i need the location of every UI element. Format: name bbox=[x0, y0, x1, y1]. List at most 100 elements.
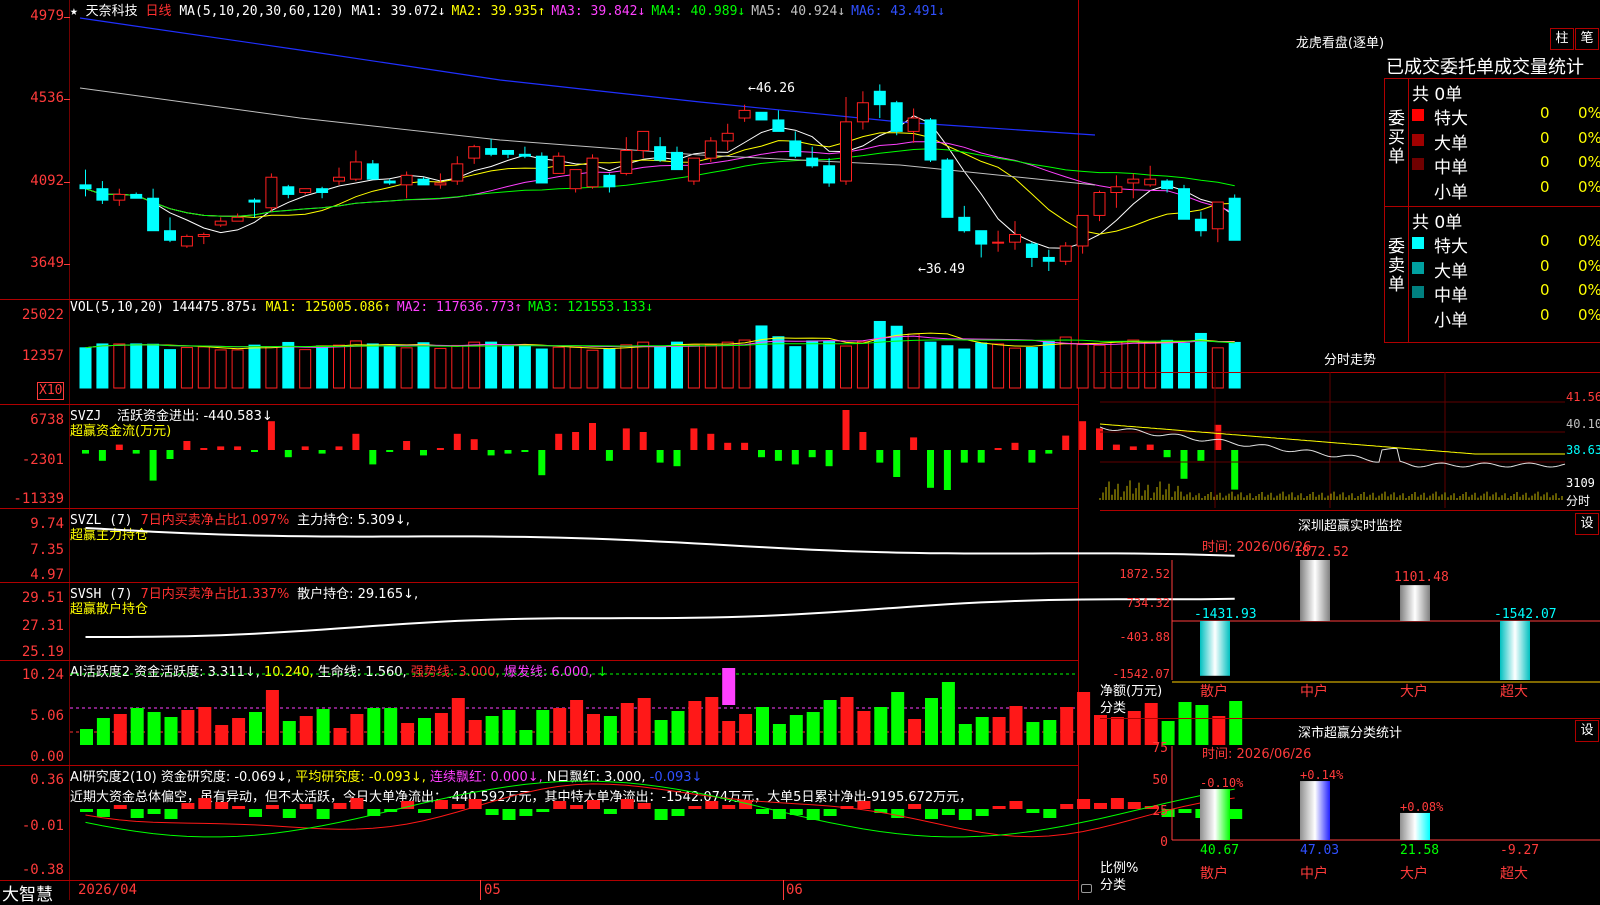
brand-logo[interactable]: 大智慧 bbox=[2, 880, 53, 905]
research-bar bbox=[485, 809, 499, 815]
ss-bar-大户[interactable] bbox=[1400, 812, 1430, 840]
flow-bar bbox=[453, 433, 461, 450]
research-bar bbox=[587, 800, 600, 809]
research-bar bbox=[941, 809, 955, 815]
sz-axis-label: -403.88 bbox=[1119, 630, 1170, 644]
lock-icon[interactable] bbox=[1081, 884, 1092, 893]
sz-bar-超大[interactable] bbox=[1500, 621, 1530, 680]
intraday-chart bbox=[1099, 372, 1566, 508]
order-type: 小单 bbox=[1434, 310, 1468, 331]
candle-body bbox=[180, 235, 193, 247]
flow-bar bbox=[183, 441, 191, 450]
order-count: 0 bbox=[1540, 232, 1550, 250]
volume-bar bbox=[789, 346, 802, 389]
flow-bar bbox=[876, 450, 884, 463]
sz-bar-value: -1542.07 bbox=[1494, 607, 1557, 622]
flow-bar bbox=[589, 423, 596, 450]
volume-bar bbox=[687, 344, 700, 389]
candle-body bbox=[654, 146, 667, 161]
activity-peak bbox=[722, 668, 736, 705]
flow-bar bbox=[200, 448, 208, 450]
flow-bar bbox=[217, 446, 225, 450]
activity-bar bbox=[756, 707, 769, 745]
activity-bar bbox=[215, 725, 229, 745]
ss-bar-散户[interactable] bbox=[1200, 789, 1230, 840]
candle-body bbox=[789, 140, 802, 157]
candle-body bbox=[1076, 214, 1089, 247]
candle-body bbox=[366, 163, 379, 180]
flow-bar bbox=[994, 448, 1002, 450]
volume-bar bbox=[282, 341, 295, 389]
order-type: 特大 bbox=[1434, 237, 1468, 257]
ss-bar-value: 40.67 bbox=[1200, 843, 1239, 858]
svsh-line bbox=[85, 597, 1235, 638]
intraday-avg-line bbox=[1099, 423, 1565, 455]
date-label-0: 2026/04 bbox=[78, 882, 138, 898]
activity-bar bbox=[113, 714, 127, 745]
activity-bar bbox=[502, 710, 516, 745]
sz-bar-value: 1101.48 bbox=[1394, 570, 1449, 585]
volume-chart bbox=[79, 320, 1241, 389]
ss-bar-中户[interactable] bbox=[1300, 781, 1330, 840]
candle-body bbox=[383, 180, 396, 184]
intraday-axis-2: 38.63 bbox=[1566, 443, 1600, 457]
flow-bar bbox=[555, 433, 563, 450]
flow-bar bbox=[622, 428, 630, 450]
activity-bar bbox=[722, 721, 736, 745]
flow-bar bbox=[521, 450, 529, 452]
volume-bar bbox=[79, 347, 92, 389]
order-percent: 0% bbox=[1578, 177, 1600, 196]
activity-bar bbox=[299, 716, 313, 745]
research-bar bbox=[620, 799, 634, 809]
activity-bar bbox=[80, 729, 93, 745]
flow-bar bbox=[487, 450, 495, 456]
svzl-line bbox=[85, 527, 1235, 557]
flow-bar bbox=[842, 410, 850, 450]
activity-bar bbox=[840, 697, 854, 745]
order-count: 0 bbox=[1540, 281, 1550, 299]
bar-view-button[interactable]: 柱 bbox=[1550, 28, 1574, 50]
candle-body bbox=[823, 165, 836, 184]
activity-bar bbox=[130, 708, 144, 745]
research-bar bbox=[553, 801, 567, 809]
candle-body bbox=[434, 182, 447, 186]
lhb-title: 龙虎看盘(逐单) bbox=[1295, 36, 1385, 51]
volume-bar bbox=[873, 320, 886, 389]
research-bar bbox=[147, 809, 161, 814]
volume-bar bbox=[552, 346, 565, 389]
volume-bar bbox=[400, 347, 413, 389]
activity-bar bbox=[570, 700, 584, 745]
volume-bar bbox=[180, 347, 193, 389]
activity-bar bbox=[688, 701, 702, 745]
activity-bar bbox=[1009, 706, 1023, 745]
flow-bar bbox=[724, 442, 732, 450]
flow-bar bbox=[825, 450, 833, 467]
volume-bar bbox=[164, 349, 176, 389]
activity-bar bbox=[806, 712, 820, 745]
research-bar bbox=[198, 798, 212, 809]
flow-bar bbox=[82, 450, 89, 454]
sz-bar-散户[interactable] bbox=[1200, 621, 1230, 676]
research-bar bbox=[857, 801, 871, 809]
order-count: 0 bbox=[1540, 153, 1550, 171]
flow-bar bbox=[301, 446, 309, 450]
flow-bar bbox=[267, 421, 275, 450]
candle-body bbox=[924, 119, 937, 161]
order-color-swatch bbox=[1412, 261, 1424, 274]
activity-bar bbox=[772, 724, 786, 745]
divider bbox=[1384, 206, 1600, 207]
volume-bar bbox=[333, 344, 345, 389]
sz-bar-大户[interactable] bbox=[1400, 585, 1430, 621]
volume-bar bbox=[840, 345, 852, 389]
volume-bar bbox=[924, 341, 937, 389]
sz-bar-中户[interactable] bbox=[1300, 560, 1330, 621]
activity-bar bbox=[1060, 707, 1074, 745]
activity-bar bbox=[265, 690, 279, 745]
tick-view-button[interactable]: 笔 bbox=[1575, 28, 1599, 50]
candle-body bbox=[637, 130, 650, 151]
activity-bar bbox=[789, 715, 803, 745]
ss-axis-label: 0 bbox=[1160, 835, 1168, 850]
research-bar bbox=[468, 799, 482, 809]
research-bar bbox=[756, 809, 769, 814]
research-bar bbox=[333, 803, 347, 809]
